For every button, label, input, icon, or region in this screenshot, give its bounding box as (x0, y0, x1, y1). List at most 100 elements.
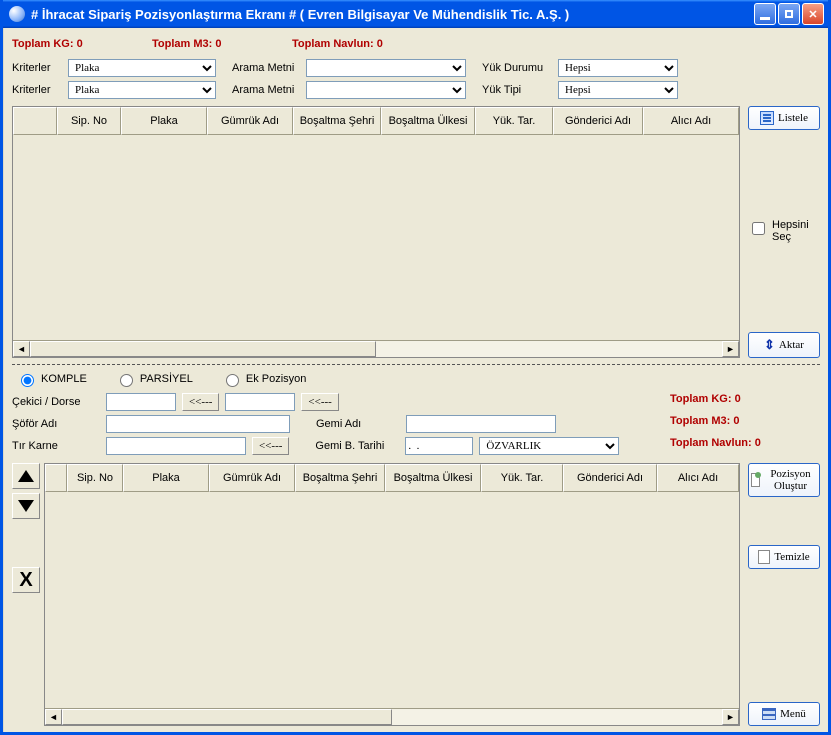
total-kg: Toplam KG: 0 (12, 38, 152, 50)
remove-button[interactable]: X (12, 567, 40, 593)
minimize-button[interactable] (754, 3, 776, 25)
total2-m3: Toplam M3: 0 (670, 415, 820, 437)
gh2-sipno[interactable]: Sip. No (67, 464, 123, 492)
scroll-left-icon-2[interactable]: ◄ (45, 709, 62, 725)
yuk-tipi-label: Yük Tipi (482, 84, 554, 96)
bottom-grid[interactable]: Sip. No Plaka Gümrük Adı Boşaltma Şehri … (44, 463, 740, 726)
gh-alici[interactable]: Alıcı Adı (643, 107, 739, 135)
cekici-input[interactable] (106, 393, 176, 411)
bottom-grid-body[interactable] (45, 492, 739, 708)
top-grid-body[interactable] (13, 135, 739, 340)
menu-button[interactable]: Menü (748, 702, 820, 726)
bottom-grid-header: Sip. No Plaka Gümrük Adı Boşaltma Şehri … (45, 464, 739, 492)
window-title: # İhracat Sipariş Pozisyonlaştırma Ekran… (31, 7, 754, 22)
arama-label-2: Arama Metni (232, 84, 302, 96)
radio-ek[interactable]: Ek Pozisyon (221, 371, 307, 387)
blank-doc-icon (758, 550, 770, 564)
gh2-blank[interactable] (45, 464, 67, 492)
gh2-alici[interactable]: Alıcı Adı (657, 464, 739, 492)
yuk-tipi-combo[interactable]: Hepsi (558, 81, 678, 99)
arama-label-1: Arama Metni (232, 62, 302, 74)
top-grid-scrollbar[interactable]: ◄ ► (13, 340, 739, 357)
cekici-label: Çekici / Dorse (12, 396, 100, 408)
scroll-thumb-2[interactable] (62, 709, 392, 725)
tir-label: Tır Karne (12, 440, 100, 452)
sofor-input[interactable] (106, 415, 290, 433)
gh-gumruk[interactable]: Gümrük Adı (207, 107, 293, 135)
kriterler-label-1: Kriterler (12, 62, 64, 74)
yuk-durumu-combo[interactable]: Hepsi (558, 59, 678, 77)
gh2-bosaltma-ulkesi[interactable]: Boşaltma Ülkesi (385, 464, 481, 492)
pozisyon-olustur-button[interactable]: Pozisyon Oluştur (748, 463, 820, 497)
filter-row-1: Kriterler Plaka Arama Metni Yük Durumu H… (12, 58, 820, 78)
hepsini-sec-checkbox[interactable] (752, 222, 765, 235)
scroll-thumb[interactable] (30, 341, 376, 357)
kriterler-label-2: Kriterler (12, 84, 64, 96)
dorse-input[interactable] (225, 393, 295, 411)
gh2-yuktar[interactable]: Yük. Tar. (481, 464, 563, 492)
total2-navlun: Toplam Navlun: 0 (670, 437, 820, 459)
list-icon (760, 111, 774, 125)
arrow-down-icon (18, 500, 34, 512)
move-down-button[interactable] (12, 493, 40, 519)
gh-gonderici[interactable]: Gönderici Adı (553, 107, 643, 135)
dorse-arrow-button[interactable]: <<--- (301, 393, 338, 411)
top-grid-header: Sip. No Plaka Gümrük Adı Boşaltma Şehri … (13, 107, 739, 135)
sofor-label: Şöför Adı (12, 418, 100, 430)
temizle-button[interactable]: Temizle (748, 545, 820, 569)
arama-combo-2[interactable] (306, 81, 466, 99)
scroll-right-icon[interactable]: ► (722, 341, 739, 357)
gh2-gonderici[interactable]: Gönderici Adı (563, 464, 657, 492)
arrow-up-icon (18, 470, 34, 482)
titlebar: # İhracat Sipariş Pozisyonlaştırma Ekran… (3, 0, 828, 28)
divider (12, 364, 820, 365)
gh2-plaka[interactable]: Plaka (123, 464, 209, 492)
radio-komple[interactable]: KOMPLE (16, 371, 87, 387)
menu-icon (762, 708, 776, 720)
radio-row: KOMPLE PARSİYEL Ek Pozisyon (12, 369, 820, 391)
gemib-input[interactable] (405, 437, 473, 455)
totals-row: Toplam KG: 0 Toplam M3: 0 Toplam Navlun:… (12, 34, 820, 54)
close-button[interactable]: ✕ (802, 3, 824, 25)
gh-yuktar[interactable]: Yük. Tar. (475, 107, 553, 135)
tir-input[interactable] (106, 437, 246, 455)
tir-arrow-button[interactable]: <<--- (252, 437, 289, 455)
app-icon (9, 6, 25, 22)
bottom-grid-scrollbar[interactable]: ◄ ► (45, 708, 739, 725)
pozisyon-label: Pozisyon Oluştur (764, 468, 817, 492)
top-grid[interactable]: Sip. No Plaka Gümrük Adı Boşaltma Şehri … (12, 106, 740, 358)
scroll-left-icon[interactable]: ◄ (13, 341, 30, 357)
gh-plaka[interactable]: Plaka (121, 107, 207, 135)
aktar-label: Aktar (779, 339, 804, 351)
arama-combo-1[interactable] (306, 59, 466, 77)
kriter-combo-1[interactable]: Plaka (68, 59, 216, 77)
gemi-label: Gemi Adı (316, 418, 396, 430)
listele-label: Listele (778, 112, 808, 124)
ozvarlik-combo[interactable]: ÖZVARLIK (479, 437, 619, 455)
filter-row-2: Kriterler Plaka Arama Metni Yük Tipi Hep… (12, 80, 820, 100)
menu-label: Menü (780, 708, 806, 720)
gh-bosaltma-sehri[interactable]: Boşaltma Şehri (293, 107, 381, 135)
aktar-button[interactable]: ⇕ Aktar (748, 332, 820, 358)
x-icon: X (19, 569, 32, 592)
radio-parsiyel[interactable]: PARSİYEL (115, 371, 193, 387)
hepsini-sec-check[interactable]: Hepsini Seç (748, 219, 820, 243)
gh-sipno[interactable]: Sip. No (57, 107, 121, 135)
gh2-gumruk[interactable]: Gümrük Adı (209, 464, 295, 492)
total-navlun: Toplam Navlun: 0 (292, 38, 383, 50)
temizle-label: Temizle (774, 551, 809, 563)
yuk-durumu-label: Yük Durumu (482, 62, 554, 74)
gemi-input[interactable] (406, 415, 556, 433)
total2-kg: Toplam KG: 0 (670, 393, 820, 415)
kriter-combo-2[interactable]: Plaka (68, 81, 216, 99)
transfer-icon: ⇕ (764, 337, 775, 353)
scroll-right-icon-2[interactable]: ► (722, 709, 739, 725)
listele-button[interactable]: Listele (748, 106, 820, 130)
move-up-button[interactable] (12, 463, 40, 489)
gh-bosaltma-ulkesi[interactable]: Boşaltma Ülkesi (381, 107, 475, 135)
gh2-bosaltma-sehri[interactable]: Boşaltma Şehri (295, 464, 385, 492)
cekici-arrow-button[interactable]: <<--- (182, 393, 219, 411)
hepsini-sec-label: Hepsini Seç (772, 219, 820, 243)
maximize-button[interactable] (778, 3, 800, 25)
gh-blank[interactable] (13, 107, 57, 135)
